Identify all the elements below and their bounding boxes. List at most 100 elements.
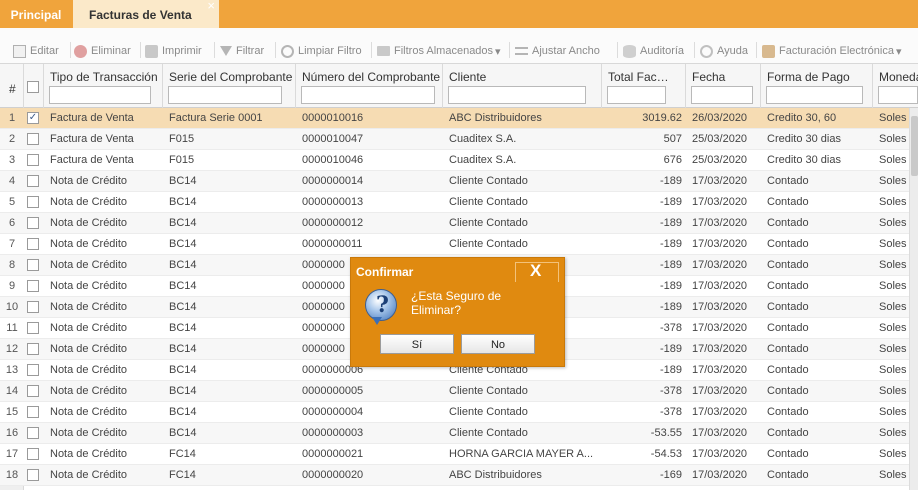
filter-input-serie[interactable]: [168, 86, 282, 104]
scrollbar-thumb[interactable]: [911, 116, 918, 176]
toolbar-clear-filter-button[interactable]: Limpiar Filtro: [281, 42, 362, 60]
row-checkbox[interactable]: [27, 469, 39, 481]
column-header-label: Forma de Pago: [767, 70, 850, 84]
table-row[interactable]: 4 Nota de Crédito BC14 0000000014 Cliente Co…: [0, 171, 918, 192]
row-checkbox[interactable]: [27, 406, 39, 418]
toolbar-button-label: Facturación Electrónica: [779, 45, 894, 57]
no-button[interactable]: No: [461, 334, 535, 354]
table-row[interactable]: 5 Nota de Crédito BC14 0000000013 Cliente Co…: [0, 192, 918, 213]
column-header-numero[interactable]: Número del Comprobante: [296, 64, 443, 108]
toolbar-folder-button[interactable]: Filtros Almacenados ▾: [377, 42, 501, 60]
cell-total: 507: [663, 133, 682, 145]
column-header-label: Total Fac…: [608, 70, 669, 84]
toolbar-database-button[interactable]: Auditoría: [623, 42, 684, 60]
table-row[interactable]: 1 ✓ Factura de Venta Factura Serie 0001 0000…: [0, 108, 918, 129]
row-checkbox[interactable]: [27, 259, 39, 271]
cell-cliente: HORNA GARCIA MAYER A...: [449, 448, 594, 460]
toolbar-separator: [371, 42, 372, 58]
yes-button[interactable]: Sí: [380, 334, 454, 354]
filter-input-fecha[interactable]: [691, 86, 753, 104]
column-header-label: Cliente: [449, 70, 487, 84]
cell-serie: BC14: [169, 364, 197, 376]
upload-icon: [762, 44, 775, 58]
row-checkbox[interactable]: [27, 364, 39, 376]
filter-input-total[interactable]: [607, 86, 666, 104]
row-number: 1: [8, 112, 16, 124]
print-icon: [145, 44, 158, 58]
column-header-tipo[interactable]: Tipo de Transacción: [44, 64, 163, 108]
confirm-dialog: Confirmar X ? ¿Esta Seguro de Eliminar? …: [350, 257, 565, 367]
row-checkbox[interactable]: [27, 154, 39, 166]
row-checkbox[interactable]: [27, 133, 39, 145]
toolbar-upload-button[interactable]: Facturación Electrónica ▾: [762, 42, 901, 60]
toolbar-edit-button[interactable]: Editar: [13, 42, 59, 60]
row-checkbox[interactable]: [27, 238, 39, 250]
cell-tipo: Nota de Crédito: [50, 343, 128, 355]
cell-total: -189: [659, 217, 682, 229]
row-checkbox[interactable]: [27, 217, 39, 229]
cell-fecha: 17/03/2020: [692, 196, 748, 208]
cell-total: -189: [659, 301, 682, 313]
select-all-checkbox[interactable]: [27, 81, 39, 93]
cell-fecha: 17/03/2020: [692, 448, 748, 460]
table-row[interactable]: 14 Nota de Crédito BC14 0000000005 Cliente C…: [0, 381, 918, 402]
toolbar-delete-button[interactable]: Eliminar: [74, 42, 131, 60]
table-row[interactable]: 15 Nota de Crédito BC14 0000000004 Cliente C…: [0, 402, 918, 423]
row-checkbox[interactable]: [27, 427, 39, 439]
cell-pago: Contado: [767, 259, 809, 271]
column-header-total[interactable]: Total Fac…: [602, 64, 686, 108]
cell-cliente: Cliente Contado: [449, 427, 528, 439]
toolbar-print-button[interactable]: Imprimir: [145, 42, 202, 60]
toolbar-resize-button[interactable]: Ajustar Ancho: [515, 42, 600, 60]
column-header-serie[interactable]: Serie del Comprobante: [163, 64, 296, 108]
row-checkbox[interactable]: [27, 322, 39, 334]
filter-input-numero[interactable]: [301, 86, 435, 104]
vertical-scrollbar[interactable]: [909, 108, 918, 490]
cell-tipo: Factura de Venta: [50, 133, 134, 145]
filter-input-pago[interactable]: [766, 86, 863, 104]
dialog-close-button[interactable]: X: [515, 261, 559, 282]
column-header-moneda[interactable]: Moneda: [873, 64, 918, 108]
chevron-down-icon: ▾: [495, 45, 501, 58]
column-header-pago[interactable]: Forma de Pago: [761, 64, 873, 108]
cell-cliente: Cliente Contado: [449, 238, 528, 250]
filter-input-cliente[interactable]: [448, 86, 586, 104]
close-icon: X: [530, 261, 542, 280]
table-row[interactable]: 6 Nota de Crédito BC14 0000000012 Cliente Co…: [0, 213, 918, 234]
cell-serie: FC14: [169, 448, 196, 460]
table-row[interactable]: 3 Factura de Venta F015 0000010046 Cuaditex …: [0, 150, 918, 171]
cell-fecha: 26/03/2020: [692, 112, 748, 124]
help-icon: [700, 44, 713, 58]
column-header-cliente[interactable]: Cliente: [443, 64, 602, 108]
filter-input-moneda[interactable]: [878, 86, 918, 104]
tab-close-icon[interactable]: ×: [207, 0, 215, 21]
row-checkbox[interactable]: [27, 280, 39, 292]
table-row[interactable]: 7 Nota de Crédito BC14 0000000011 Cliente Co…: [0, 234, 918, 255]
column-header-fecha[interactable]: Fecha: [686, 64, 761, 108]
tab-facturas-de-venta[interactable]: Facturas de Venta ×: [73, 0, 219, 28]
row-checkbox[interactable]: [27, 343, 39, 355]
row-checkbox[interactable]: [27, 175, 39, 187]
table-row[interactable]: 17 Nota de Crédito FC14 0000000021 HORNA GAR…: [0, 444, 918, 465]
row-checkbox[interactable]: [27, 385, 39, 397]
row-checkbox[interactable]: ✓: [27, 112, 39, 124]
cell-numero: 0000010016: [302, 112, 364, 124]
toolbar-filter-button[interactable]: Filtrar: [220, 42, 264, 60]
row-checkbox[interactable]: [27, 301, 39, 313]
table-row[interactable]: 2 Factura de Venta F015 0000010047 Cuaditex …: [0, 129, 918, 150]
filter-input-tipo[interactable]: [49, 86, 151, 104]
cell-serie: BC14: [169, 175, 197, 187]
tab-principal[interactable]: Principal: [0, 0, 72, 28]
cell-pago: Contado: [767, 469, 809, 481]
table-row[interactable]: 16 Nota de Crédito BC14 0000000003 Cliente C…: [0, 423, 918, 444]
chevron-down-icon: ▾: [895, 45, 902, 58]
row-checkbox[interactable]: [27, 196, 39, 208]
cell-numero: 0000000012: [302, 217, 364, 229]
resize-icon: [515, 47, 528, 55]
cell-fecha: 17/03/2020: [692, 406, 748, 418]
table-row[interactable]: 18 Nota de Crédito FC14 0000000020 ABC Distr…: [0, 465, 918, 486]
cell-total: -189: [659, 238, 682, 250]
row-checkbox[interactable]: [27, 448, 39, 460]
toolbar-help-button[interactable]: Ayuda: [700, 42, 748, 60]
toolbar-separator: [214, 42, 215, 58]
